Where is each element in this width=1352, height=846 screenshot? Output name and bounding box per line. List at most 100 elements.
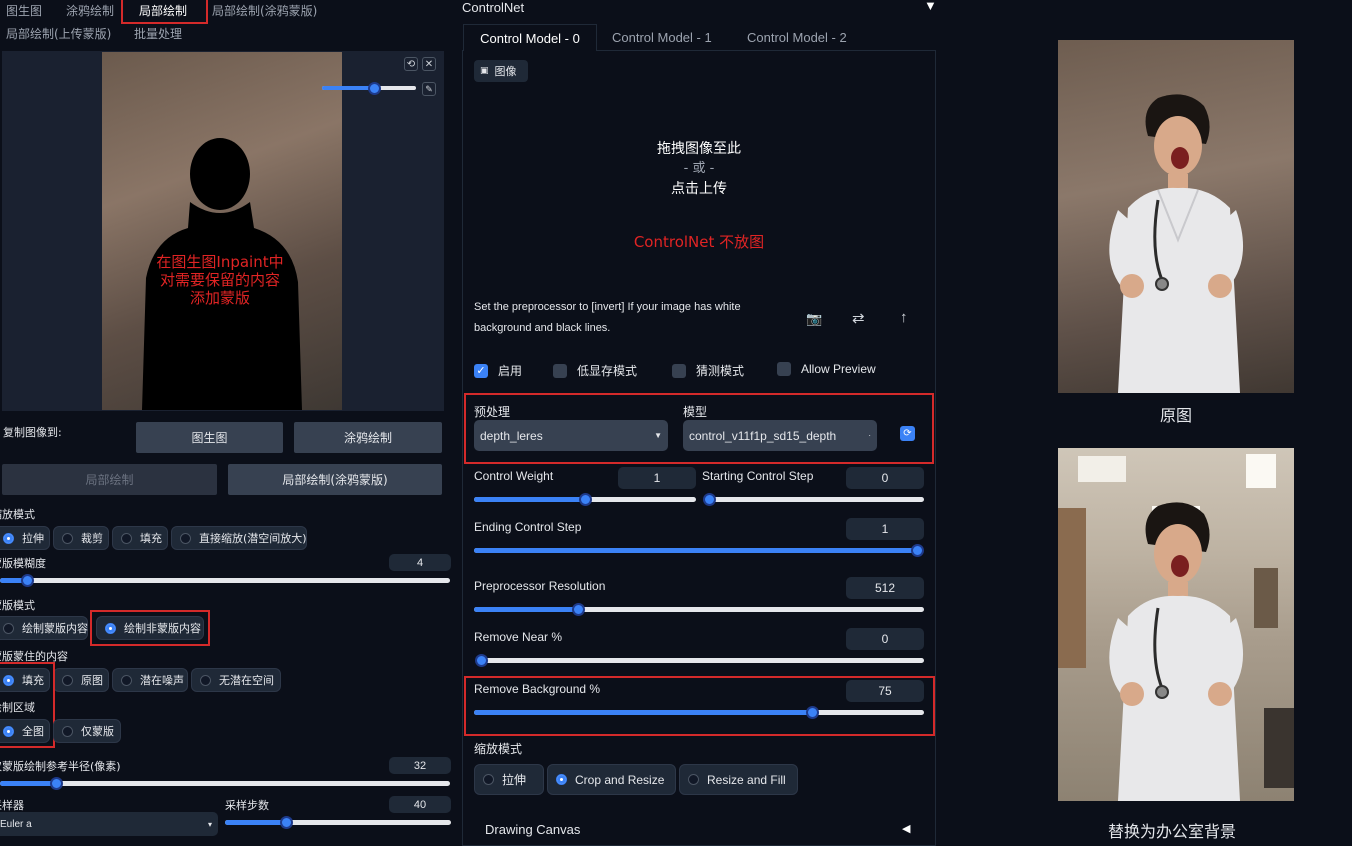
mask-blur-slider[interactable] [0, 574, 450, 587]
brush-size-slider[interactable] [322, 82, 416, 95]
radio-icon [62, 725, 73, 737]
radio-icon [483, 774, 494, 785]
masked-content-latent-noise-radio[interactable]: 潜在噪声 [112, 668, 188, 692]
control-weight-slider[interactable] [474, 493, 696, 506]
starting-step-slider[interactable] [703, 493, 924, 506]
model-select[interactable]: control_v11f1p_sd15_depth · [683, 420, 877, 451]
control-weight-label: Control Weight [474, 469, 554, 483]
swap-icon[interactable]: ⇄ [852, 309, 865, 327]
starting-step-value[interactable]: 0 [846, 467, 924, 489]
brush-icon[interactable]: ✎ [422, 82, 436, 96]
option-label: 潜在噪声 [140, 674, 184, 687]
preprocessor-resolution-slider[interactable] [474, 603, 924, 616]
sampler-select[interactable]: Euler a ▾ [0, 812, 218, 836]
tab-control-model-0[interactable]: Control Model - 0 [463, 24, 597, 51]
controlnet-title: ControlNet [462, 0, 525, 15]
sampler-label: 采样器 [0, 799, 24, 812]
padding-value[interactable]: 32 [389, 757, 451, 774]
mask-blur-value[interactable]: 4 [389, 554, 451, 571]
masked-content-latent-nothing-radio[interactable]: 无潜在空间 [191, 668, 281, 692]
lowvram-checkbox[interactable]: 低显存模式 [553, 362, 637, 379]
inpaint-canvas[interactable]: 在图生图Inpaint中 对需要保留的内容 添加蒙版 ⟲ ✕ ✎ [2, 51, 444, 411]
ending-step-slider[interactable] [474, 544, 924, 557]
inpaint-area-label: 绘制区域 [0, 701, 35, 714]
copy-to-img2img-button[interactable]: 图生图 [136, 422, 283, 453]
allow-preview-checkbox[interactable]: Allow Preview [777, 362, 876, 376]
tab-img2img[interactable]: 图生图 [6, 2, 42, 19]
undo-icon[interactable]: ⟲ [404, 57, 418, 71]
checkbox-label: 低显存模式 [577, 364, 638, 378]
control-weight-value[interactable]: 1 [618, 467, 696, 489]
cn-crop-resize-radio[interactable]: Crop and Resize [547, 764, 676, 795]
padding-label: 仅蒙版绘制参考半径(像素) [0, 760, 121, 773]
copy-to-label: 复制图像到: [3, 426, 62, 439]
mask-mode-label: 蒙版模式 [0, 599, 35, 612]
radio-icon [62, 674, 73, 686]
tab-batch[interactable]: 批量处理 [134, 25, 182, 42]
mask-mode-inpaint-masked-radio[interactable]: 绘制蒙版内容 [0, 616, 88, 640]
tab-inpaint[interactable]: 局部绘制 [139, 2, 187, 19]
radio-selected-icon [3, 532, 14, 544]
steps-slider[interactable] [225, 816, 451, 829]
drop-or: - 或 - [683, 161, 715, 176]
close-icon[interactable]: ✕ [422, 57, 436, 71]
checkbox-icon [553, 363, 567, 378]
office-caption: 替换为办公室背景 [1108, 822, 1237, 841]
option-label: 原图 [81, 674, 103, 687]
tab-inpaint-sketch[interactable]: 局部绘制(涂鸦蒙版) [212, 2, 317, 19]
checkbox-label: 猜测模式 [696, 364, 745, 378]
check-icon: ✓ [474, 363, 488, 378]
resize-mode-label: 缩放模式 [0, 508, 35, 521]
mask-blur-label: 蒙版模糊度 [0, 557, 46, 570]
cn-resize-fill-radio[interactable]: Resize and Fill [679, 764, 798, 795]
camera-icon[interactable]: 📷 [806, 311, 822, 327]
tab-sketch[interactable]: 涂鸦绘制 [66, 2, 114, 19]
tab-control-model-1[interactable]: Control Model - 1 [612, 30, 712, 45]
padding-slider[interactable] [0, 777, 450, 790]
cn-resize-stretch-radio[interactable]: 拉伸 [474, 764, 544, 795]
starting-step-label: Starting Control Step [702, 469, 814, 483]
mask-mode-inpaint-not-masked-radio[interactable]: 绘制非蒙版内容 [96, 616, 204, 640]
chevron-down-icon: ▾ [207, 819, 212, 829]
masked-content-original-radio[interactable]: 原图 [53, 668, 109, 692]
original-photo [1058, 40, 1294, 393]
masked-content-fill-radio[interactable]: 填充 [0, 668, 50, 692]
drawing-canvas-toggle[interactable]: Drawing Canvas [485, 822, 580, 837]
upload-arrow-icon[interactable]: ↑ [900, 309, 908, 326]
remove-near-value[interactable]: 0 [846, 628, 924, 650]
inpaint-area-masked-radio[interactable]: 仅蒙版 [53, 719, 121, 743]
copy-to-inpaint-sketch-button[interactable]: 局部绘制(涂鸦蒙版) [228, 464, 442, 495]
preprocessor-resolution-value[interactable]: 512 [846, 577, 924, 599]
inpaint-area-whole-radio[interactable]: 全图 [0, 719, 50, 743]
collapse-icon[interactable]: ▼ [924, 0, 937, 13]
remove-background-slider[interactable] [474, 706, 924, 719]
resize-fill-radio[interactable]: 填充 [112, 526, 168, 550]
option-label: 绘制蒙版内容 [22, 622, 88, 635]
tab-inpaint-upload[interactable]: 局部绘制(上传蒙版) [6, 25, 111, 42]
preprocessor-select[interactable]: depth_leres ▼ [474, 420, 668, 451]
expand-left-icon[interactable]: ◀ [902, 822, 910, 835]
radio-icon [3, 622, 14, 634]
upload-dropzone[interactable]: 拖拽图像至此 - 或 - 点击上传 [599, 138, 799, 200]
enable-checkbox[interactable]: ✓ 启用 [474, 362, 522, 379]
resize-latent-radio[interactable]: 直接缩放(潜空间放大) [171, 526, 307, 550]
remove-near-slider[interactable] [475, 654, 924, 667]
image-icon: ▣ [480, 66, 489, 76]
guess-mode-checkbox[interactable]: 猜测模式 [672, 362, 744, 379]
image-tab[interactable]: ▣ 图像 [474, 60, 528, 82]
remove-background-value[interactable]: 75 [846, 680, 924, 702]
ending-step-value[interactable]: 1 [846, 518, 924, 540]
copy-to-inpaint-button[interactable]: 局部绘制 [2, 464, 217, 495]
radio-icon [121, 532, 132, 544]
radio-icon [688, 774, 699, 785]
steps-value[interactable]: 40 [389, 796, 451, 813]
preprocessor-label: 预处理 [474, 405, 511, 419]
cn-resize-mode-label: 缩放模式 [474, 742, 523, 756]
checkbox-icon [777, 362, 791, 376]
checkbox-icon [672, 363, 686, 378]
resize-crop-radio[interactable]: 裁剪 [53, 526, 109, 550]
copy-to-sketch-button[interactable]: 涂鸦绘制 [294, 422, 442, 453]
tab-control-model-2[interactable]: Control Model - 2 [747, 30, 847, 45]
refresh-icon[interactable]: ⟳ [900, 426, 915, 441]
resize-stretch-radio[interactable]: 拉伸 [0, 526, 50, 550]
